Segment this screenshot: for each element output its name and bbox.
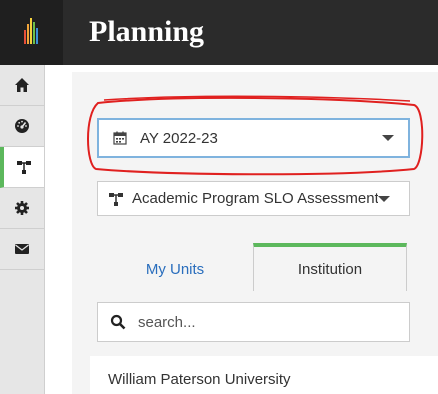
search-box[interactable] <box>97 302 410 342</box>
page-title: Planning <box>89 15 205 48</box>
bar-chart-logo-icon <box>24 18 38 44</box>
unit-label: William Paterson University <box>108 371 291 388</box>
sidebar-item-dashboard[interactable] <box>0 106 44 147</box>
app-logo[interactable] <box>0 0 63 65</box>
chevron-down-icon <box>378 195 390 202</box>
search-icon <box>110 314 126 330</box>
envelope-icon <box>15 244 29 254</box>
top-bar: Planning <box>0 0 438 65</box>
calendar-icon <box>113 131 127 145</box>
tab-institution[interactable]: Institution <box>253 243 407 291</box>
sidebar-item-settings[interactable] <box>0 188 44 229</box>
plan-value: Academic Program SLO Assessment <box>132 190 378 207</box>
chevron-down-icon <box>382 135 394 141</box>
sidebar <box>0 65 45 394</box>
sidebar-item-home[interactable] <box>0 65 44 106</box>
sidebar-item-messages[interactable] <box>0 229 44 270</box>
sidebar-item-planning[interactable] <box>0 147 44 188</box>
academic-year-value: AY 2022-23 <box>140 129 218 147</box>
plan-select[interactable]: Academic Program SLO Assessment <box>97 181 410 216</box>
list-item[interactable]: William Paterson University <box>90 356 438 394</box>
academic-year-select[interactable]: AY 2022-23 <box>97 118 410 158</box>
sitemap-icon <box>17 161 31 174</box>
home-icon <box>15 78 29 92</box>
tab-my-units[interactable]: My Units <box>97 247 253 291</box>
gear-icon <box>15 201 29 215</box>
sitemap-icon <box>109 192 123 206</box>
search-input[interactable] <box>136 312 409 332</box>
dashboard-gauge-icon <box>15 119 29 133</box>
